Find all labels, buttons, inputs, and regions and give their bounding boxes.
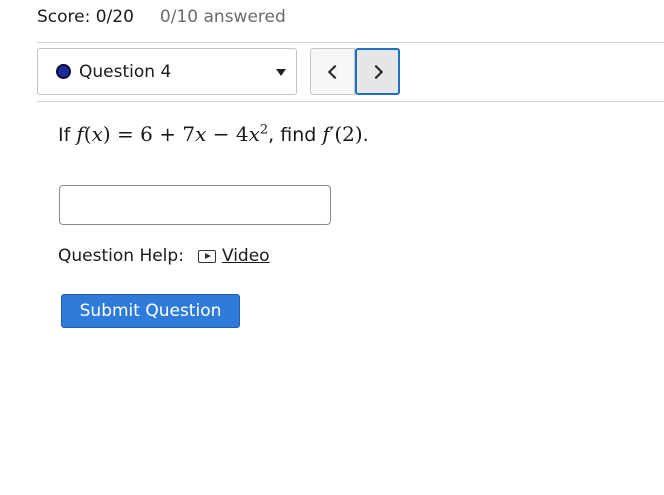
caret-down-icon bbox=[276, 69, 286, 76]
math-coef-2: 4 bbox=[235, 122, 249, 146]
question-math: f(x) = 6 + 7x − 4x2 bbox=[76, 122, 268, 146]
next-question-button[interactable] bbox=[355, 48, 400, 95]
previous-question-button[interactable] bbox=[310, 48, 355, 95]
math-coef-1: 7 bbox=[182, 122, 196, 146]
chevron-left-icon bbox=[327, 64, 342, 79]
math-var: x bbox=[91, 122, 103, 146]
question-status-dot bbox=[56, 64, 71, 79]
math-exponent: 2 bbox=[259, 122, 269, 138]
deriv-arg: (2) bbox=[334, 122, 363, 146]
answer-input[interactable] bbox=[59, 185, 331, 225]
question-select-label: Question 4 bbox=[79, 61, 172, 82]
math-func-arg: (x) bbox=[83, 122, 111, 146]
score-text: Score: 0/20 bbox=[37, 7, 134, 27]
math-minus: − bbox=[206, 122, 236, 146]
math-func: f bbox=[76, 122, 84, 146]
question-help: Question Help: Video bbox=[58, 246, 270, 266]
score-bar: Score: 0/20 0/10 answered bbox=[37, 6, 286, 28]
math-plus: + bbox=[152, 122, 183, 146]
question-suffix: . bbox=[362, 124, 369, 146]
video-link-label: Video bbox=[221, 246, 270, 266]
question-select[interactable]: Question 4 bbox=[37, 48, 297, 95]
question-derivative: f′(2) bbox=[322, 122, 362, 146]
math-var-1: x bbox=[195, 122, 207, 146]
submit-question-button[interactable]: Submit Question bbox=[61, 294, 240, 328]
chevron-right-icon bbox=[368, 64, 383, 79]
divider-bottom bbox=[37, 101, 664, 102]
math-const: 6 bbox=[140, 122, 153, 146]
math-var-2: x bbox=[248, 122, 260, 146]
question-help-label: Question Help: bbox=[58, 246, 184, 266]
math-equals: = bbox=[110, 122, 141, 146]
play-icon bbox=[197, 249, 216, 263]
divider-top bbox=[37, 42, 664, 43]
video-help-link[interactable]: Video bbox=[197, 246, 270, 266]
question-text: If f(x) = 6 + 7x − 4x2, find f′(2). bbox=[58, 122, 369, 146]
answered-count: 0/10 answered bbox=[159, 7, 286, 27]
deriv-func: f bbox=[322, 122, 330, 146]
question-prefix: If bbox=[58, 124, 77, 146]
question-mid: , find bbox=[268, 124, 323, 146]
